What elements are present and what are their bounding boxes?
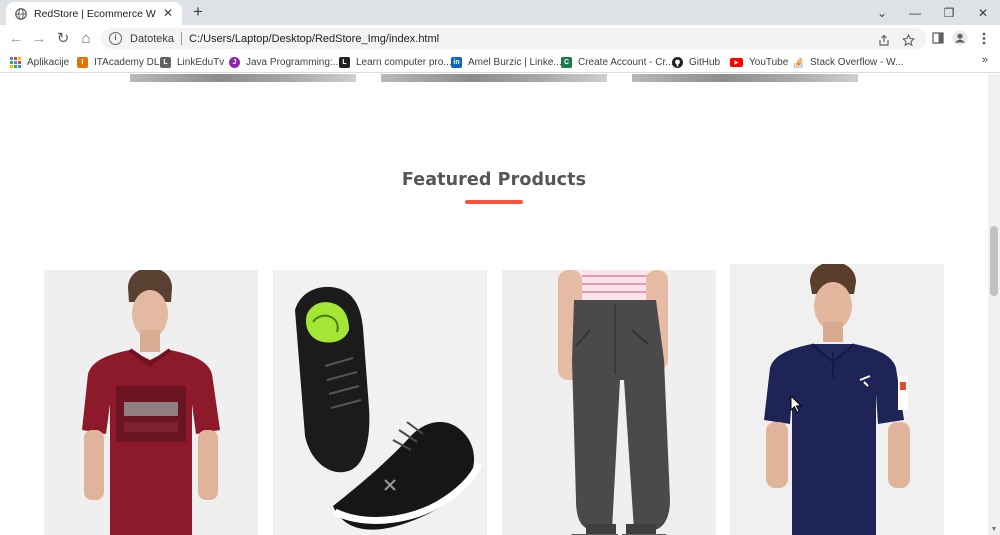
category-image-bottom[interactable] [381, 74, 607, 82]
red-tshirt-image [44, 270, 258, 535]
address-scheme-label: Datoteka [130, 32, 175, 45]
back-button[interactable]: ← [7, 29, 25, 47]
scroll-down-arrow-icon[interactable]: ▼ [990, 526, 998, 534]
menu-kebab-icon[interactable] [975, 29, 993, 47]
bookmark-java-programming[interactable]: J Java Programming:... [229, 55, 341, 69]
scrollbar-thumb[interactable] [990, 226, 998, 296]
page-viewport: Featured Products [0, 74, 988, 535]
itacademy-icon: I [77, 56, 88, 68]
globe-icon [14, 7, 27, 20]
home-button[interactable]: ⌂ [77, 29, 95, 47]
bookmark-label: LinkEduTv [177, 56, 225, 68]
tab-search-chevron-down-icon[interactable]: ⌄ [865, 0, 899, 25]
bookmark-label: GitHub [689, 56, 721, 68]
black-shoes-image [273, 270, 487, 535]
bookmark-learn-computer[interactable]: L Learn computer pro... [339, 55, 452, 69]
address-bar[interactable]: i Datoteka C:/Users/Laptop/Desktop/RedSt… [101, 28, 927, 49]
restore-button[interactable]: ❐ [932, 0, 966, 25]
bookmark-create-account[interactable]: C Create Account - Cr... [561, 55, 674, 69]
bookmark-label: YouTube [749, 56, 789, 68]
share-icon[interactable] [876, 32, 892, 48]
star-bookmark-icon[interactable] [900, 32, 916, 48]
youtube-icon [730, 57, 743, 67]
bookmark-label: Aplikacije [27, 56, 70, 68]
tab-strip: RedStore | Ecommerce Website D ✕ + ⌄ — ❐… [0, 0, 1000, 25]
address-separator [181, 32, 183, 45]
address-url[interactable]: C:/Users/Laptop/Desktop/RedStore_Img/ind… [189, 33, 439, 45]
category-image-bottom[interactable] [632, 74, 858, 82]
tab-title: RedStore | Ecommerce Website D [34, 7, 156, 20]
bookmark-label: Java Programming:... [246, 56, 342, 68]
bookmark-label: ITAcademy DL [94, 56, 160, 68]
bookmark-stackoverflow[interactable]: Stack Overflow - W... [793, 55, 903, 69]
new-tab-button[interactable]: + [189, 3, 207, 21]
category-image-bottom[interactable] [130, 74, 356, 82]
browser-toolbar: ← → ↻ ⌂ i Datoteka C:/Users/Laptop/Deskt… [0, 25, 1000, 51]
bookmark-label: Create Account - Cr... [578, 56, 674, 68]
bookmark-aplikacije[interactable]: Aplikacije [10, 55, 69, 69]
linkedutv-icon: L [160, 56, 171, 68]
linkedin-icon: in [451, 56, 462, 68]
minimize-button[interactable]: — [898, 0, 932, 25]
mouse-cursor-icon [790, 395, 802, 413]
bookmark-youtube[interactable]: YouTube [730, 55, 788, 69]
create-account-icon: C [561, 56, 572, 68]
tab-close-icon[interactable]: ✕ [161, 6, 175, 20]
reload-button[interactable]: ↻ [54, 29, 72, 47]
bookmark-label: Amel Burzic | Linke... [468, 56, 562, 68]
product-card-red-tshirt[interactable] [44, 270, 258, 535]
bookmark-linkedin[interactable]: in Amel Burzic | Linke... [451, 55, 562, 69]
page-scrollbar[interactable]: ▼ [988, 74, 1000, 535]
profile-avatar-icon[interactable] [951, 29, 969, 47]
featured-products-title: Featured Products [401, 170, 587, 190]
product-card-grey-joggers[interactable] [502, 270, 716, 535]
bookmark-linkedutv[interactable]: L LinkEduTv [160, 55, 224, 69]
apps-grid-icon [10, 56, 21, 68]
java-icon: J [229, 56, 240, 68]
side-panel-icon[interactable] [929, 29, 947, 47]
browser-tab[interactable]: RedStore | Ecommerce Website D ✕ [6, 2, 182, 25]
bookmarks-overflow-button[interactable]: » [982, 54, 988, 66]
product-card-navy-polo[interactable] [730, 264, 944, 535]
github-icon [672, 56, 683, 68]
bookmark-github[interactable]: GitHub [672, 55, 720, 69]
bookmark-label: Learn computer pro... [356, 56, 452, 68]
product-card-black-shoes[interactable] [273, 270, 487, 535]
info-icon[interactable]: i [109, 32, 122, 45]
navy-polo-image [730, 264, 944, 535]
bookmark-label: Stack Overflow - W... [810, 56, 904, 68]
close-window-button[interactable]: ✕ [966, 0, 1000, 25]
grey-joggers-image [502, 270, 716, 535]
stackoverflow-icon [793, 56, 804, 68]
bookmark-itacademy[interactable]: I ITAcademy DL [77, 55, 159, 69]
learn-icon: L [339, 56, 350, 68]
forward-button[interactable]: → [30, 29, 48, 47]
bookmarks-bar: Aplikacije I ITAcademy DL L LinkEduTv J … [0, 51, 1000, 73]
title-underline [465, 200, 523, 204]
